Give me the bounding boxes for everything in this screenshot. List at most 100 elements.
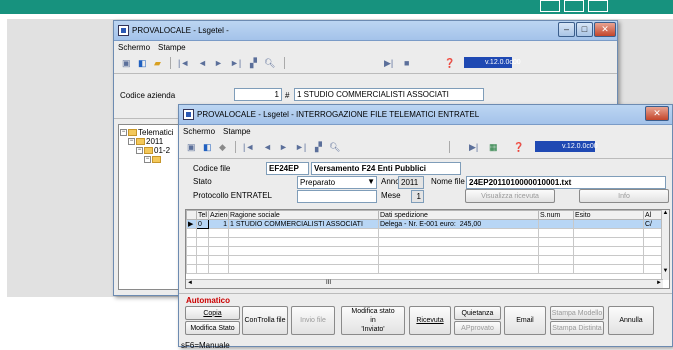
chevron-down-icon[interactable]: ▼: [367, 177, 375, 187]
last-record-icon[interactable]: ►|: [295, 141, 306, 153]
scroll-thumb-grip[interactable]: III: [326, 280, 331, 286]
menu-stampe[interactable]: Stampe: [219, 126, 255, 137]
zoom-icon[interactable]: 🔍︎: [329, 141, 340, 153]
copia-button[interactable]: Copia: [185, 306, 240, 320]
menu-schermo[interactable]: Schermo: [114, 42, 154, 53]
grid-col-dati-spedizione[interactable]: Dati spedizione: [378, 210, 539, 220]
tree-node-file[interactable]: −: [120, 155, 178, 164]
controlla-file-button[interactable]: ConTrolla file: [242, 306, 288, 335]
collapse-icon[interactable]: −: [128, 138, 135, 146]
mese-field: 1: [411, 190, 424, 203]
next-record-icon[interactable]: ►: [214, 57, 223, 69]
help-icon[interactable]: ❓: [444, 57, 455, 69]
info-button[interactable]: Info: [579, 189, 669, 203]
prev-record-icon[interactable]: ◄: [263, 141, 272, 153]
modifica-stato-inviato-button[interactable]: Modifica stato in 'Inviato': [341, 306, 405, 335]
visualizza-ricevuta-button[interactable]: Visualizza ricevuta: [465, 189, 555, 203]
cell-azienda[interactable]: 1: [208, 219, 229, 229]
modifica-stato-button[interactable]: Modifica Stato: [185, 321, 240, 335]
automatico-label: Automatico: [186, 296, 230, 305]
grid-col-tel[interactable]: Tel: [196, 210, 209, 220]
scroll-left-icon[interactable]: ◄: [187, 280, 193, 286]
open-folder-icon[interactable]: ▰: [154, 57, 161, 69]
menu-stampe[interactable]: Stampe: [154, 42, 190, 53]
quietanza-button[interactable]: Quietanza: [454, 306, 501, 320]
email-button[interactable]: Email: [504, 306, 546, 335]
invio-file-button[interactable]: Invio file: [291, 306, 335, 335]
annulla-button[interactable]: Annulla: [608, 306, 654, 335]
tree-node-year[interactable]: − 2011: [120, 137, 178, 146]
menu-schermo[interactable]: Schermo: [179, 126, 219, 137]
next-record-icon[interactable]: ►: [279, 141, 288, 153]
folder-icon: [128, 129, 137, 137]
exit-icon[interactable]: ▶|: [469, 141, 478, 153]
excel-icon[interactable]: ▦: [489, 141, 498, 153]
vertical-scrollbar[interactable]: ▲ ▼: [661, 210, 669, 280]
close-button[interactable]: ✕: [594, 22, 616, 37]
table-row[interactable]: [186, 228, 665, 238]
table-row[interactable]: [186, 246, 665, 256]
close-button[interactable]: ✕: [645, 106, 669, 121]
scroll-up-icon[interactable]: ▲: [662, 210, 669, 216]
cell-dati-spedizione[interactable]: Delega - Nr. E-001 euro: 245,00: [378, 219, 539, 229]
cell-dati-amount: 245,00: [459, 220, 482, 228]
collapse-icon[interactable]: −: [144, 156, 151, 164]
protocollo-label: Protocollo ENTRATEL: [193, 191, 272, 200]
cell-snum[interactable]: [538, 219, 574, 229]
stampa-modello-button[interactable]: Stampa Modello: [550, 306, 604, 320]
front-window-title: PROVALOCALE - Lsgetel - INTERROGAZIONE F…: [197, 110, 480, 119]
cell-esito[interactable]: [573, 219, 644, 229]
cell-ragione-sociale[interactable]: 1 STUDIO COMMERCIALISTI ASSOCIATI: [228, 219, 379, 229]
version-label: v.12.0.0c00: [562, 143, 598, 150]
approvato-button[interactable]: APprovato: [454, 321, 501, 335]
scroll-right-icon[interactable]: ►: [656, 280, 662, 286]
first-record-icon[interactable]: |◄: [178, 57, 189, 69]
maximize-button[interactable]: □: [576, 22, 593, 37]
first-record-icon[interactable]: |◄: [243, 141, 254, 153]
minimize-button[interactable]: –: [558, 22, 575, 37]
front-toolbar: ▣ ◧ ◆ |◄ ◄ ► ►| ▞ 🔍︎ ▶| ▦ ❓ v.12.0.0c00: [179, 138, 672, 156]
exit-icon[interactable]: ▶|: [384, 57, 393, 69]
binoculars-icon[interactable]: ▞: [315, 141, 322, 153]
back-arrow-icon[interactable]: ◧: [203, 141, 212, 153]
table-row[interactable]: [186, 264, 665, 274]
help-icon[interactable]: ❓: [513, 141, 524, 153]
zoom-icon[interactable]: 🔍︎: [264, 57, 275, 69]
save-icon[interactable]: ▣: [187, 141, 196, 153]
codice-file-input[interactable]: EF24EP: [266, 162, 309, 175]
grid-col-ragione-sociale[interactable]: Ragione sociale: [228, 210, 379, 220]
codice-file-desc: Versamento F24 Enti Pubblici: [311, 162, 461, 175]
horizontal-scrollbar[interactable]: ◄ III ►: [186, 279, 663, 288]
save-icon[interactable]: ▣: [122, 57, 131, 69]
table-row[interactable]: ▶ 0 1 1 STUDIO COMMERCIALISTI ASSOCIATI …: [186, 219, 665, 229]
grid-col-snum[interactable]: S.num: [538, 210, 574, 220]
grid-col-azienda[interactable]: Azienda: [208, 210, 229, 220]
folder-icon: [136, 138, 145, 146]
stampa-distinta-button[interactable]: Stampa Distinta: [550, 321, 604, 335]
codice-azienda-input[interactable]: 1: [234, 88, 282, 101]
grid-col-esito[interactable]: Esito: [573, 210, 644, 220]
version-box: v.12.0.0c00: [535, 141, 598, 152]
codice-azienda-label: Codice azienda: [120, 91, 176, 100]
last-record-icon[interactable]: ►|: [230, 57, 241, 69]
ricevuta-button[interactable]: Ricevuta: [409, 306, 451, 335]
stop-icon[interactable]: ■: [404, 57, 409, 69]
stato-value: Preparato: [300, 178, 336, 187]
back-arrow-icon[interactable]: ◧: [138, 57, 147, 69]
protocollo-input[interactable]: [297, 190, 377, 203]
collapse-icon[interactable]: −: [136, 147, 143, 155]
binoculars-icon[interactable]: ▞: [250, 57, 257, 69]
collapse-icon[interactable]: −: [120, 129, 127, 137]
prev-record-icon[interactable]: ◄: [198, 57, 207, 69]
table-row[interactable]: [186, 237, 665, 247]
hash-symbol: #: [285, 91, 290, 100]
tree-node-telematici[interactable]: − Telematici: [120, 128, 178, 137]
tree-panel: − Telematici −2011 −01-2 −: [118, 124, 180, 290]
cell-tel[interactable]: 0: [196, 219, 209, 229]
tree-node-month[interactable]: − 01-2: [120, 146, 178, 155]
scroll-down-icon[interactable]: ▼: [662, 268, 669, 274]
stato-select[interactable]: Preparato ▼: [297, 176, 377, 189]
table-row[interactable]: [186, 255, 665, 265]
forward-icon[interactable]: ◆: [219, 141, 226, 153]
front-window: PROVALOCALE - Lsgetel - INTERROGAZIONE F…: [178, 104, 673, 350]
